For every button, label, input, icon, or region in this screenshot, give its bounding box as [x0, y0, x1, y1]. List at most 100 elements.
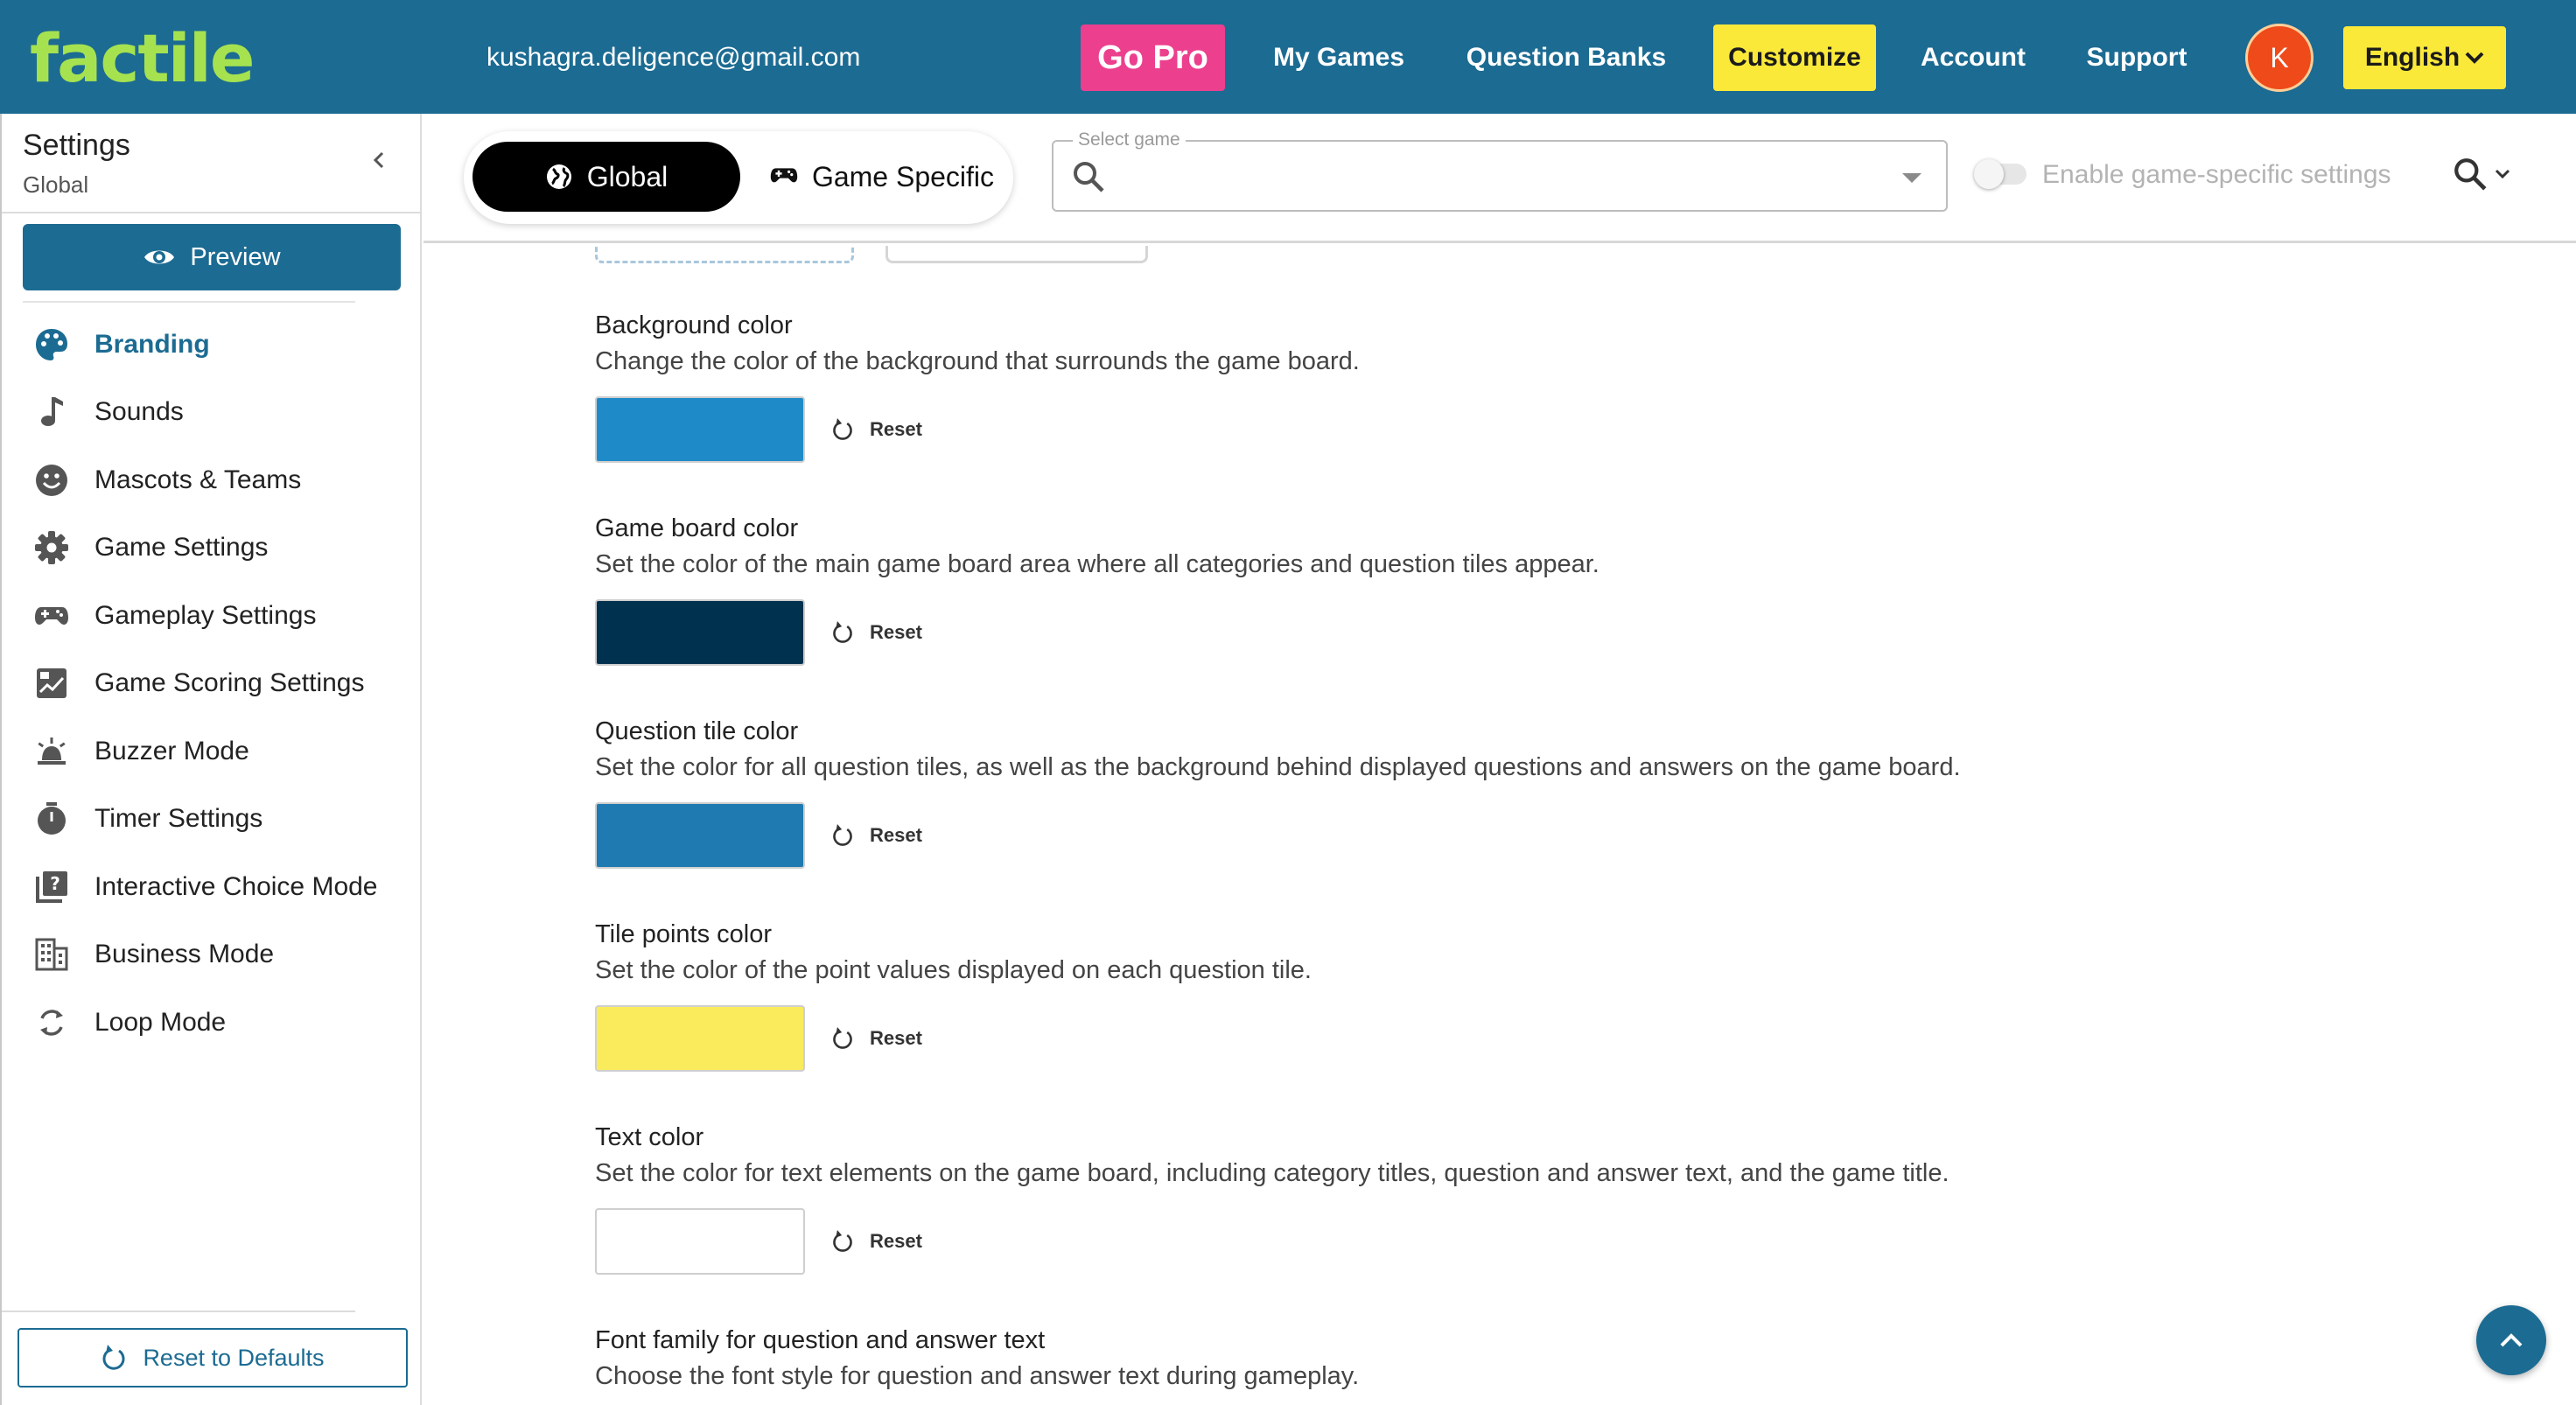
reset-background-color-button[interactable]: Reset — [831, 414, 922, 445]
sidebar-item-branding[interactable]: Branding — [2, 311, 422, 379]
setting-font-family: Font family for question and answer text… — [595, 1324, 2520, 1394]
search-settings-icon[interactable] — [2452, 156, 2488, 192]
game-board-color-swatch[interactable] — [595, 599, 805, 666]
scope-toggle: Global Game Specific — [464, 131, 1013, 224]
svg-text:?: ? — [50, 873, 60, 894]
setting-title: Game board color — [595, 514, 799, 542]
select-game-dropdown[interactable]: Select game — [1052, 128, 1948, 212]
reset-game-board-color-button[interactable]: Reset — [831, 617, 922, 648]
reset-icon — [833, 621, 852, 643]
music-note-icon — [33, 394, 70, 430]
top-navigation-bar: factile kushagra.deligence@gmail.com Go … — [0, 0, 2576, 114]
setting-description: Set the color for text elements on the g… — [595, 1159, 1950, 1187]
enable-game-specific-switch[interactable] — [1974, 159, 2026, 189]
sidebar-item-label: Branding — [94, 329, 210, 359]
sidebar-item-mascots-teams[interactable]: Mascots & Teams — [2, 446, 422, 514]
reset-label: Reset — [870, 1230, 922, 1252]
reset-question-tile-color-button[interactable]: Reset — [831, 820, 922, 851]
account-link[interactable]: Account — [1908, 24, 2039, 91]
reset-icon — [833, 418, 852, 440]
question-banks-link[interactable]: Question Banks — [1452, 24, 1680, 91]
setting-description: Change the color of the background that … — [595, 347, 1360, 375]
reset-label: Reset — [870, 621, 922, 643]
collapse-sidebar-icon[interactable] — [368, 149, 390, 171]
sidebar-item-label: Gameplay Settings — [94, 600, 317, 630]
setting-description: Set the color of the main game board are… — [595, 550, 1600, 578]
setting-text-color: Text color Set the color for text elemen… — [595, 1121, 2520, 1276]
game-specific-scope-label: Game Specific — [811, 160, 995, 192]
setting-title: Text color — [595, 1123, 704, 1151]
sidebar-item-loop-mode[interactable]: Loop Mode — [2, 989, 422, 1057]
user-email: kushagra.deligence@gmail.com — [486, 43, 861, 72]
reset-icon — [833, 824, 852, 846]
logo-option-box[interactable] — [886, 246, 1148, 263]
gamepad-icon — [33, 598, 70, 634]
customize-link[interactable]: Customize — [1713, 24, 1876, 91]
chevron-down-icon — [2465, 52, 2484, 64]
chevron-up-icon — [2500, 1333, 2523, 1347]
setting-question-tile-color: Question tile color Set the color for al… — [595, 715, 2520, 870]
sidebar-item-label: Mascots & Teams — [94, 465, 302, 494]
scoreboard-icon — [33, 665, 70, 702]
sidebar-divider — [2, 212, 422, 213]
sidebar-item-label: Game Scoring Settings — [94, 668, 365, 698]
sidebar-item-timer-settings[interactable]: Timer Settings — [2, 786, 422, 854]
reset-text-color-button[interactable]: Reset — [831, 1226, 922, 1257]
stopwatch-icon — [33, 800, 70, 837]
sidebar-item-label: Buzzer Mode — [94, 736, 249, 765]
sidebar-footer-divider — [2, 1311, 355, 1312]
reset-tile-points-color-button[interactable]: Reset — [831, 1023, 922, 1054]
game-specific-scope-button[interactable]: Game Specific — [758, 142, 1006, 212]
building-icon — [33, 936, 70, 973]
dropdown-caret-icon — [1902, 173, 1922, 183]
factile-logo[interactable]: factile — [30, 19, 255, 98]
buzzer-bell-icon — [33, 733, 70, 770]
preview-label: Preview — [190, 242, 281, 271]
tile-points-color-swatch[interactable] — [595, 1005, 805, 1072]
settings-nav: Branding Sounds Mascots & Teams Game Set… — [2, 311, 422, 1057]
language-selector[interactable]: English — [2343, 26, 2506, 89]
setting-title: Background color — [595, 311, 793, 339]
support-link[interactable]: Support — [2072, 24, 2202, 91]
switch-knob — [1974, 159, 2004, 189]
sidebar-item-label: Timer Settings — [94, 804, 263, 834]
setting-description: Choose the font style for question and a… — [595, 1362, 1360, 1390]
my-games-link[interactable]: My Games — [1260, 24, 1418, 91]
sidebar-item-sounds[interactable]: Sounds — [2, 379, 422, 447]
reset-label: Reset — [870, 824, 922, 846]
palette-icon — [33, 326, 70, 363]
globe-icon — [546, 164, 571, 189]
background-color-swatch[interactable] — [595, 396, 805, 463]
logo-upload-box[interactable] — [595, 246, 854, 263]
smiley-face-icon — [33, 462, 70, 499]
setting-game-board-color: Game board color Set the color of the ma… — [595, 512, 2520, 668]
go-pro-button[interactable]: Go Pro — [1081, 24, 1225, 91]
sidebar-item-business-mode[interactable]: Business Mode — [2, 921, 422, 989]
sidebar-item-label: Business Mode — [94, 940, 275, 969]
sidebar-item-gameplay-settings[interactable]: Gameplay Settings — [2, 582, 422, 650]
sidebar-item-game-settings[interactable]: Game Settings — [2, 514, 422, 583]
question-tile-color-swatch[interactable] — [595, 802, 805, 869]
question-stack-icon: ? — [33, 869, 70, 905]
setting-description: Set the color for all question tiles, as… — [595, 753, 1961, 781]
sidebar-item-game-scoring-settings[interactable]: Game Scoring Settings — [2, 650, 422, 718]
scroll-to-top-button[interactable] — [2476, 1305, 2546, 1375]
reset-icon — [833, 1230, 852, 1252]
sidebar-item-label: Game Settings — [94, 533, 269, 563]
preview-separator — [23, 301, 355, 303]
user-avatar[interactable]: K — [2245, 24, 2314, 92]
sidebar-scope: Global — [23, 171, 89, 198]
setting-tile-points-color: Tile points color Set the color of the p… — [595, 918, 2520, 1073]
select-game-label: Select game — [1073, 128, 1186, 152]
setting-title: Tile points color — [595, 920, 773, 948]
loop-arrows-icon — [33, 1004, 70, 1041]
setting-description: Set the color of the point values displa… — [595, 956, 1312, 984]
eye-icon — [144, 250, 175, 264]
global-scope-button[interactable]: Global — [472, 142, 740, 212]
reset-to-defaults-button[interactable]: Reset to Defaults — [18, 1328, 408, 1388]
sidebar-item-interactive-choice-mode[interactable]: ? Interactive Choice Mode — [2, 853, 422, 921]
text-color-swatch[interactable] — [595, 1208, 805, 1275]
sidebar-item-buzzer-mode[interactable]: Buzzer Mode — [2, 717, 422, 786]
chevron-down-icon[interactable] — [2494, 168, 2511, 180]
preview-button[interactable]: Preview — [23, 224, 401, 290]
